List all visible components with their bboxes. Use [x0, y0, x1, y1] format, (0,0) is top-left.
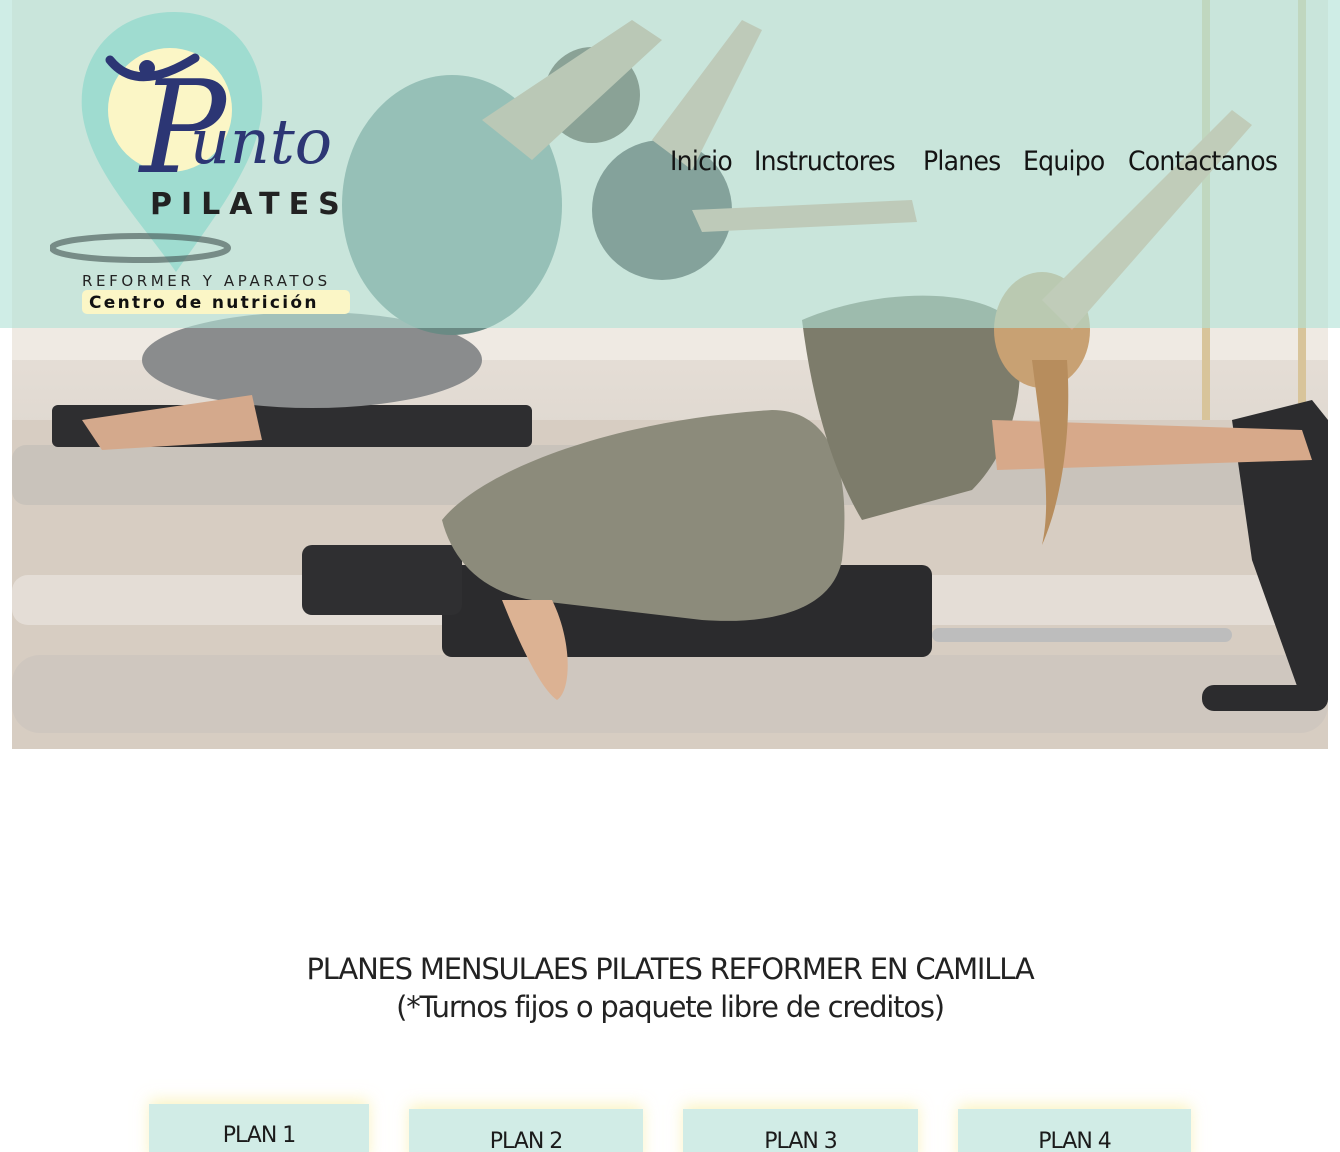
nav-contactanos[interactable]: Contactanos — [1128, 146, 1278, 177]
plan-card-1[interactable]: PLAN 1 — [149, 1104, 369, 1152]
nav-inicio[interactable]: Inicio — [670, 146, 733, 177]
punto-pilates-logo[interactable]: P unto PILATES REFORMER Y APARATOS Centr… — [49, 10, 370, 320]
nav-equipo[interactable]: Equipo — [1023, 146, 1105, 177]
plans-section-heading: PLANES MENSULAES PILATES REFORMER EN CAM… — [0, 950, 1340, 1026]
logo-tagline: REFORMER Y APARATOS — [82, 272, 331, 290]
main-nav: Inicio Instructores Planes Equipo Contac… — [670, 146, 1288, 177]
plans-title: PLANES MENSULAES PILATES REFORMER EN CAM… — [306, 952, 1035, 986]
plan-label: PLAN 4 — [1038, 1129, 1112, 1152]
nav-planes[interactable]: Planes — [923, 146, 1001, 177]
plans-subtitle: (*Turnos fijos o paquete libre de credit… — [396, 990, 945, 1024]
plan-label: PLAN 1 — [222, 1123, 297, 1148]
plan-label: PLAN 2 — [489, 1129, 564, 1152]
nav-instructores[interactable]: Instructores — [754, 146, 896, 177]
logo-word: unto — [190, 105, 332, 178]
plan-card-2[interactable]: PLAN 2 — [409, 1109, 643, 1152]
plan-card-4[interactable]: PLAN 4 — [958, 1109, 1191, 1152]
plan-card-3[interactable]: PLAN 3 — [683, 1109, 918, 1152]
logo-badge: Centro de nutrición — [89, 293, 319, 313]
logo-graphic: P unto PILATES REFORMER Y APARATOS Centr… — [49, 12, 350, 314]
logo-subtitle: PILATES — [150, 187, 349, 222]
plan-label: PLAN 3 — [764, 1129, 838, 1152]
